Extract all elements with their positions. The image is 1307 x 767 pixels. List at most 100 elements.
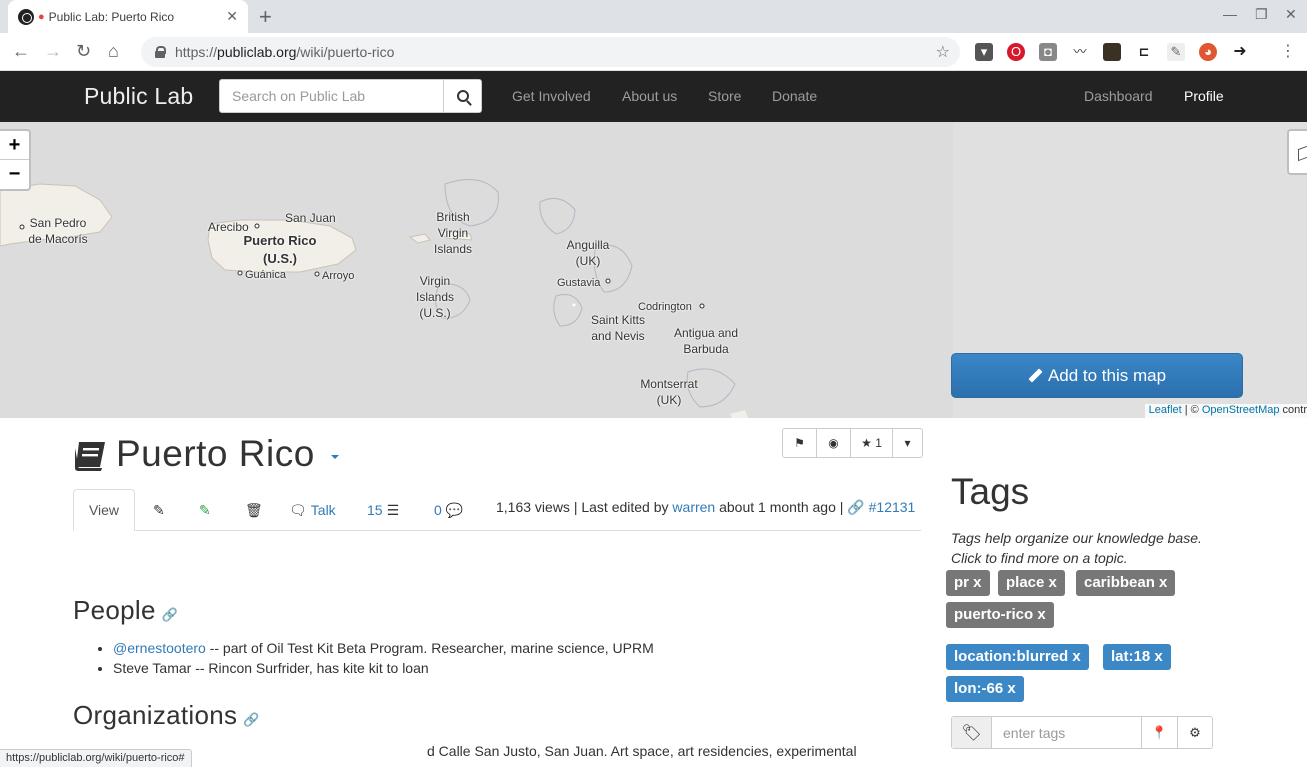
node-id-link[interactable]: #12131 bbox=[869, 499, 916, 515]
tag-lon[interactable]: lon:-66 x bbox=[946, 676, 1024, 702]
openstreetmap-link[interactable]: OpenStreetMap bbox=[1202, 404, 1280, 416]
tab-comments-count: 0 bbox=[434, 502, 442, 518]
tab-edit[interactable]: ✎ bbox=[153, 489, 165, 531]
gear-icon: ⚙ bbox=[1189, 724, 1201, 740]
notes-extension-icon[interactable]: ✎ bbox=[1167, 43, 1185, 61]
url-path: /wiki/puerto-rico bbox=[296, 44, 395, 60]
map-label-montserrat: Montserrat (UK) bbox=[640, 377, 698, 407]
camera-extension-icon[interactable]: ◘ bbox=[1039, 43, 1057, 61]
image-extension-icon[interactable] bbox=[1103, 43, 1121, 61]
browser-tab[interactable]: ● Public Lab: Puerto Rico ✕ bbox=[8, 0, 248, 33]
map-label-san-pedro: San Pedro de Macorís bbox=[28, 216, 88, 246]
tab-revisions[interactable]: 15 ☰ bbox=[367, 489, 399, 531]
reload-icon[interactable]: ↻ bbox=[76, 41, 91, 62]
map-label-antigua: Antigua and Barbuda bbox=[673, 326, 739, 356]
star-button[interactable]: ★ 1 bbox=[850, 428, 893, 458]
lock-icon bbox=[155, 46, 166, 58]
flag-button[interactable]: ⚑ bbox=[782, 428, 817, 458]
location-pin-button[interactable]: 📍 bbox=[1142, 717, 1177, 748]
more-actions-button[interactable]: ▾ bbox=[892, 428, 923, 458]
people-heading: People 🔗 bbox=[73, 595, 178, 626]
tag-puerto-rico[interactable]: puerto-rico x bbox=[946, 602, 1054, 628]
duckduckgo-extension-icon[interactable]: ◕ bbox=[1199, 43, 1217, 61]
pencil-edit-icon: ✎ bbox=[153, 501, 165, 518]
flag-icon: ⚑ bbox=[794, 436, 805, 450]
nav-donate[interactable]: Donate bbox=[772, 88, 817, 104]
tab-rich-edit[interactable]: ✎ bbox=[199, 489, 211, 531]
eye-icon: ◉ bbox=[828, 436, 839, 450]
share-arrow-icon[interactable]: ➜ bbox=[1231, 43, 1249, 61]
pocket-extension-icon[interactable]: ▾ bbox=[975, 43, 993, 61]
c-extension-icon[interactable]: ⊏ bbox=[1135, 43, 1153, 61]
tags-icon: 🏷 bbox=[952, 717, 992, 748]
opera-extension-icon[interactable]: O bbox=[1007, 43, 1025, 61]
nav-store[interactable]: Store bbox=[708, 88, 741, 104]
zoom-in-button[interactable]: + bbox=[0, 131, 29, 160]
tag-location-blurred[interactable]: location:blurred x bbox=[946, 644, 1089, 670]
add-to-map-button[interactable]: Add to this map bbox=[951, 353, 1243, 398]
nav-get-involved[interactable]: Get Involved bbox=[512, 88, 591, 104]
browser-tabstrip: ● Public Lab: Puerto Rico ✕ + — ❐ ✕ bbox=[0, 0, 1307, 33]
forward-icon[interactable]: → bbox=[44, 41, 62, 62]
list-icon: ☰ bbox=[386, 501, 400, 518]
tab-comments[interactable]: 0 💬 bbox=[434, 489, 463, 531]
layers-control-icon[interactable] bbox=[1287, 129, 1307, 175]
nav-about-us[interactable]: About us bbox=[622, 88, 677, 104]
star-count: 1 bbox=[875, 436, 882, 450]
nav-profile[interactable]: Profile bbox=[1184, 88, 1224, 104]
map-label-gustavia: Gustavia bbox=[557, 277, 601, 289]
attribution-rest: contr bbox=[1279, 404, 1307, 416]
comments-icon: 🗨 bbox=[289, 501, 307, 518]
restore-icon[interactable]: ❐ bbox=[1255, 6, 1268, 23]
page-actions-group: ⚑ ◉ ★ 1 ▾ bbox=[782, 428, 923, 458]
minimize-icon[interactable]: — bbox=[1223, 6, 1237, 22]
person-link[interactable]: @ernestootero bbox=[113, 640, 206, 656]
tag-input-group: 🏷 enter tags 📍 ⚙ bbox=[951, 716, 1213, 749]
map-zoom-control: + − bbox=[0, 129, 31, 191]
leaflet-link[interactable]: Leaflet bbox=[1149, 404, 1182, 416]
people-list: @ernestootero -- part of Oil Test Kit Be… bbox=[113, 638, 654, 678]
map-label-usvi: Virgin Islands (U.S.) bbox=[415, 274, 455, 320]
site-brand[interactable]: Public Lab bbox=[84, 83, 193, 110]
map-label-san-juan: San Juan bbox=[285, 211, 336, 225]
tag-lat[interactable]: lat:18 x bbox=[1103, 644, 1171, 670]
zoom-out-button[interactable]: − bbox=[0, 160, 29, 189]
comment-bubble-icon: 💬 bbox=[445, 501, 464, 518]
anchor-link-icon[interactable]: 🔗 bbox=[243, 712, 260, 728]
leaflet-map[interactable]: + − San Pedro de Macorís Arecibo San Jua… bbox=[0, 122, 1307, 418]
tag-input[interactable]: enter tags bbox=[992, 717, 1142, 748]
title-dropdown-caret-icon[interactable] bbox=[331, 455, 339, 459]
site-navbar: Public Lab Search on Public Lab Get Invo… bbox=[0, 71, 1307, 122]
green-pencil-icon: ✎ bbox=[199, 501, 211, 518]
tab-view[interactable]: View bbox=[73, 489, 135, 531]
tab-delete[interactable]: 🗑 bbox=[245, 489, 263, 531]
watch-button[interactable]: ◉ bbox=[816, 428, 851, 458]
author-link[interactable]: warren bbox=[672, 499, 715, 515]
tag-settings-button[interactable]: ⚙ bbox=[1177, 717, 1212, 748]
back-icon[interactable]: ← bbox=[12, 41, 30, 62]
wave-extension-icon[interactable]: 〰 bbox=[1071, 43, 1089, 61]
site-search-input[interactable]: Search on Public Lab bbox=[219, 79, 444, 113]
anchor-link-icon[interactable]: 🔗 bbox=[162, 607, 179, 623]
attribution-separator: | © bbox=[1181, 404, 1202, 416]
browser-toolbar: ← → ↻ ⌂ https://publiclab.org/wiki/puert… bbox=[0, 33, 1307, 71]
address-bar[interactable]: https://publiclab.org/wiki/puerto-rico ☆ bbox=[141, 37, 960, 67]
tag-pr[interactable]: pr x bbox=[946, 570, 990, 596]
add-to-map-label: Add to this map bbox=[1047, 365, 1167, 385]
map-pin-icon: ● bbox=[38, 10, 45, 23]
site-search-button[interactable] bbox=[443, 79, 482, 113]
new-tab-icon[interactable]: + bbox=[259, 4, 272, 30]
close-tab-icon[interactable]: ✕ bbox=[226, 8, 238, 25]
home-icon[interactable]: ⌂ bbox=[108, 41, 119, 62]
map-marker-icon: 📍 bbox=[1151, 724, 1168, 740]
tab-revisions-count: 15 bbox=[367, 502, 383, 518]
tag-caribbean[interactable]: caribbean x bbox=[1076, 570, 1176, 596]
tag-place[interactable]: place x bbox=[998, 570, 1065, 596]
url-host: publiclab.org bbox=[217, 44, 297, 60]
tab-talk[interactable]: 🗨 Talk bbox=[289, 489, 336, 531]
browser-menu-icon[interactable]: ⋮ bbox=[1279, 43, 1297, 61]
bookmark-star-icon[interactable]: ☆ bbox=[936, 42, 950, 62]
page-meta: 1,163 views | Last edited by warren abou… bbox=[496, 499, 915, 516]
nav-dashboard[interactable]: Dashboard bbox=[1084, 88, 1153, 104]
close-window-icon[interactable]: ✕ bbox=[1285, 6, 1297, 23]
